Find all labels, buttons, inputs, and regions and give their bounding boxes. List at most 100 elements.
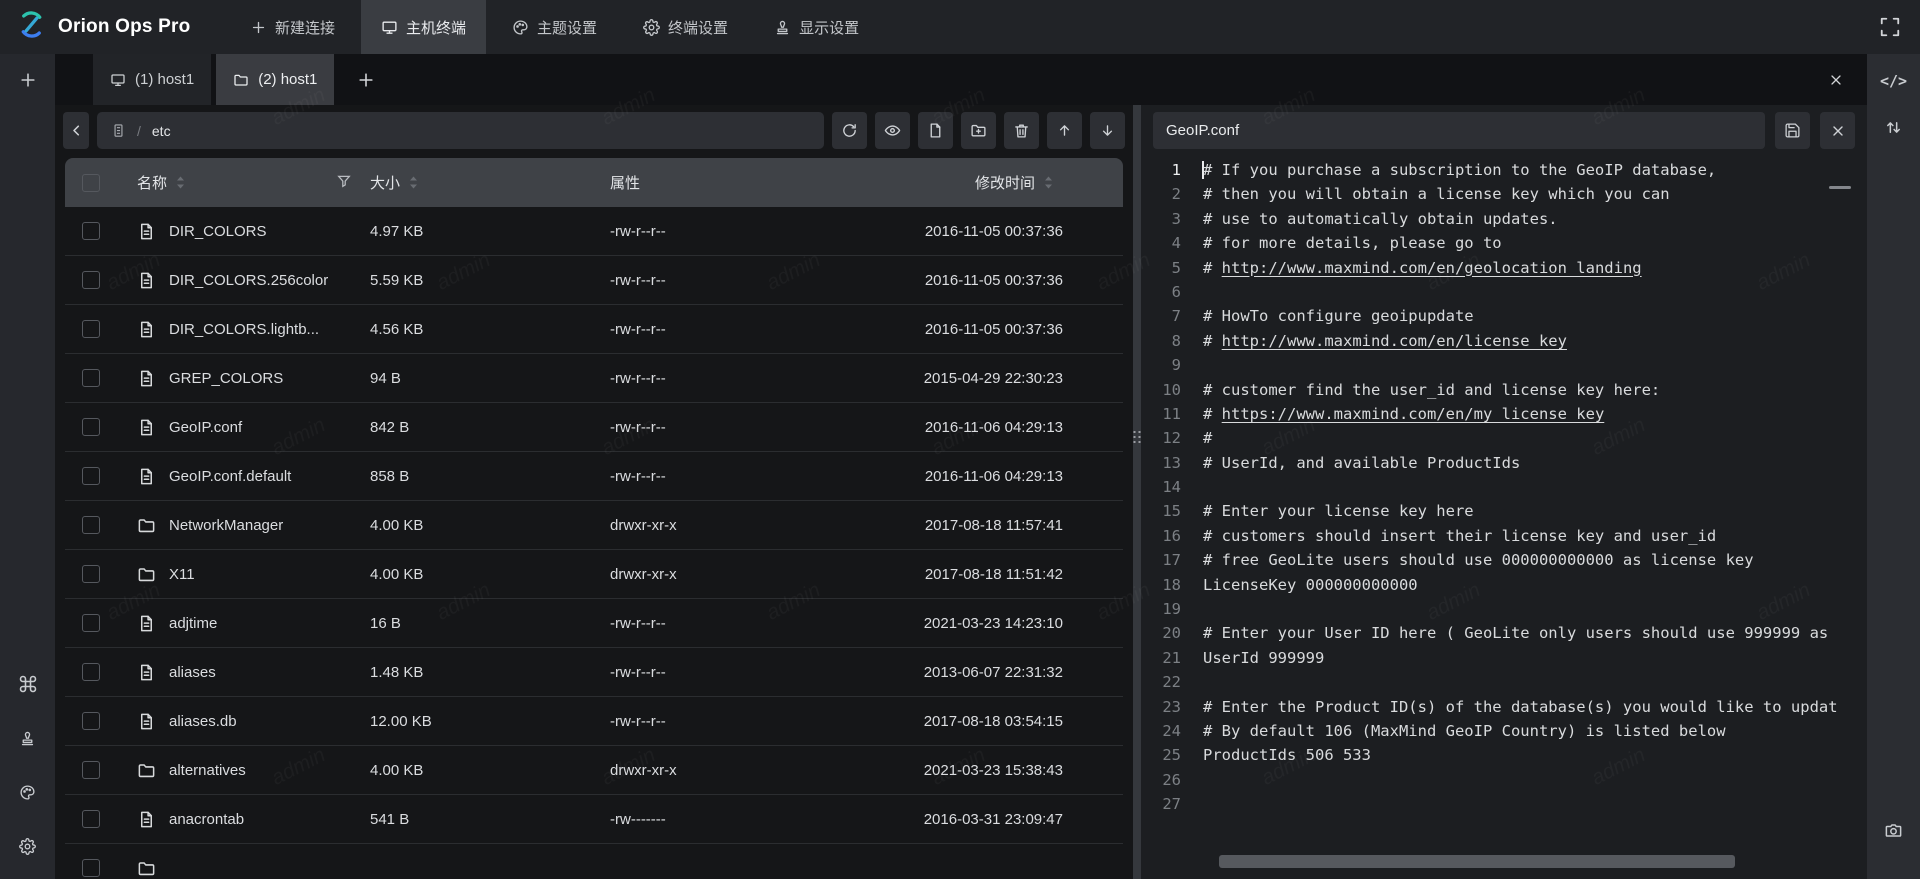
session-tab-2[interactable]: (2) host1 [216, 54, 334, 105]
file-row-anacrontab[interactable]: anacrontab541 B-rw-------2016-03-31 23:0… [65, 795, 1123, 844]
file-blank-button[interactable] [918, 112, 953, 149]
code-line-4: 4# for more details, please go to [1153, 231, 1855, 255]
file-row-adjtime[interactable]: adjtime16 B-rw-r--r--2021-03-23 14:23:10 [65, 599, 1123, 648]
filter-icon[interactable] [336, 173, 352, 193]
line-number: 25 [1153, 743, 1181, 767]
line-text: # https://www.maxmind.com/en/my_license_… [1181, 402, 1604, 426]
file-row-GeoIP.conf.default[interactable]: GeoIP.conf.default858 B-rw-r--r--2016-11… [65, 452, 1123, 501]
row-checkbox[interactable] [82, 761, 100, 779]
row-checkbox[interactable] [82, 859, 100, 877]
nav-item-1[interactable]: 新建连接 [230, 0, 355, 54]
folder-icon [137, 859, 156, 878]
code-line-3: 3# use to automatically obtain updates. [1153, 207, 1855, 231]
file-doc-icon [137, 467, 156, 486]
row-checkbox[interactable] [82, 810, 100, 828]
file-row-DIR_COLORS[interactable]: DIR_COLORS4.97 KB-rw-r--r--2016-11-05 00… [65, 207, 1123, 256]
download-button[interactable] [1090, 112, 1125, 149]
vertical-scrollbar-thumb[interactable] [1829, 186, 1851, 189]
url-link[interactable]: https://www.maxmind.com/en/my_license_ke… [1222, 405, 1605, 423]
code-editor[interactable]: 1# If you purchase a subscription to the… [1153, 158, 1855, 878]
row-checkbox[interactable] [82, 565, 100, 583]
column-header-mtime: 修改时间 [975, 172, 1035, 193]
refresh-button[interactable] [832, 112, 867, 149]
breadcrumb-segment[interactable]: etc [152, 123, 171, 139]
sidebar-gear-button[interactable] [15, 833, 41, 859]
line-text: # http://www.maxmind.com/en/geolocation_… [1181, 256, 1642, 280]
right-toolbar-swap-vertical-button[interactable] [1881, 114, 1907, 140]
row-checkbox[interactable] [82, 418, 100, 436]
close-editor-icon[interactable] [1820, 112, 1855, 149]
close-panel-icon[interactable] [1821, 54, 1851, 105]
row-checkbox[interactable] [82, 712, 100, 730]
code-line-27: 27 [1153, 792, 1855, 816]
file-row-alternatives[interactable]: alternatives4.00 KBdrwxr-xr-x2021-03-23 … [65, 746, 1123, 795]
row-checkbox[interactable] [82, 369, 100, 387]
row-checkbox[interactable] [82, 467, 100, 485]
file-row-X11[interactable]: X114.00 KBdrwxr-xr-x2017-08-18 11:51:42 [65, 550, 1123, 599]
file-table-header: 名称 大小 属性 修改时间 [65, 158, 1123, 207]
breadcrumb-separator: / [137, 123, 141, 139]
line-text [1181, 280, 1203, 304]
back-button[interactable] [63, 112, 89, 149]
line-text: # Enter the Product ID(s) of the databas… [1181, 695, 1838, 719]
eye-button[interactable] [875, 112, 910, 149]
file-doc-icon [137, 810, 156, 829]
row-checkbox[interactable] [82, 271, 100, 289]
url-link[interactable]: http://www.maxmind.com/en/geolocation_la… [1222, 259, 1642, 277]
row-checkbox[interactable] [82, 320, 100, 338]
file-table-body: DIR_COLORS4.97 KB-rw-r--r--2016-11-05 00… [65, 207, 1123, 879]
row-checkbox[interactable] [82, 663, 100, 681]
file-size: 541 B [370, 811, 610, 828]
file-mtime: 2016-03-31 23:09:47 [902, 811, 1123, 828]
right-toolbar-code-button[interactable]: </> [1881, 68, 1907, 94]
file-row-DIR_COLORS.256color[interactable]: DIR_COLORS.256color5.59 KB-rw-r--r--2016… [65, 256, 1123, 305]
right-toolbar-camera-button[interactable] [1881, 817, 1907, 843]
file-row-GREP_COLORS[interactable]: GREP_COLORS94 B-rw-r--r--2015-04-29 22:3… [65, 354, 1123, 403]
code-line-9: 9 [1153, 353, 1855, 377]
file-attr: -rw-r--r-- [610, 272, 902, 289]
sort-name-icon[interactable] [176, 175, 185, 190]
file-attr: -rw-r--r-- [610, 664, 902, 681]
breadcrumb[interactable]: / etc [97, 112, 824, 149]
stamp-icon [774, 19, 791, 36]
nav-item-4[interactable]: 终端设置 [623, 0, 748, 54]
filename-input[interactable]: GeoIP.conf [1153, 112, 1765, 149]
line-number: 4 [1153, 231, 1181, 255]
sort-mtime-icon[interactable] [1044, 175, 1053, 190]
nav-item-3[interactable]: 主题设置 [492, 0, 617, 54]
row-checkbox[interactable] [82, 222, 100, 240]
save-button[interactable] [1775, 112, 1810, 149]
folder-add-button[interactable] [961, 112, 996, 149]
line-number: 12 [1153, 426, 1181, 450]
row-checkbox[interactable] [82, 614, 100, 632]
sidebar-plus-button[interactable] [15, 67, 41, 93]
panel-splitter[interactable] [1133, 105, 1141, 879]
sidebar-stamp-button[interactable] [15, 725, 41, 751]
code-line-20: 20# Enter your User ID here ( GeoLite on… [1153, 621, 1855, 645]
line-text: # http://www.maxmind.com/en/license_key [1181, 329, 1567, 353]
session-tab-1[interactable]: (1) host1 [93, 54, 211, 105]
nav-item-2[interactable]: 主机终端 [361, 0, 486, 54]
file-row-aliases.db[interactable]: aliases.db12.00 KB-rw-r--r--2017-08-18 0… [65, 697, 1123, 746]
line-number: 13 [1153, 451, 1181, 475]
line-number: 11 [1153, 402, 1181, 426]
fullscreen-icon[interactable] [1876, 13, 1904, 41]
trash-button[interactable] [1004, 112, 1039, 149]
file-mtime: 2016-11-06 04:29:13 [902, 468, 1123, 485]
file-size: 5.59 KB [370, 272, 610, 289]
file-row-GeoIP.conf[interactable]: GeoIP.conf842 B-rw-r--r--2016-11-06 04:2… [65, 403, 1123, 452]
sidebar-command-button[interactable] [15, 671, 41, 697]
row-checkbox[interactable] [82, 516, 100, 534]
file-row-DIR_COLORS.lightb...[interactable]: DIR_COLORS.lightb...4.56 KB-rw-r--r--201… [65, 305, 1123, 354]
horizontal-scrollbar-thumb[interactable] [1219, 855, 1735, 868]
file-row-partial-14[interactable] [65, 844, 1123, 879]
select-all-checkbox[interactable] [82, 174, 100, 192]
file-row-aliases[interactable]: aliases1.48 KB-rw-r--r--2013-06-07 22:31… [65, 648, 1123, 697]
sort-size-icon[interactable] [409, 175, 418, 190]
new-tab-button[interactable] [347, 54, 385, 105]
sidebar-palette-button[interactable] [15, 779, 41, 805]
nav-item-5[interactable]: 显示设置 [754, 0, 879, 54]
file-row-NetworkManager[interactable]: NetworkManager4.00 KBdrwxr-xr-x2017-08-1… [65, 501, 1123, 550]
upload-button[interactable] [1047, 112, 1082, 149]
url-link[interactable]: http://www.maxmind.com/en/license_key [1222, 332, 1567, 350]
